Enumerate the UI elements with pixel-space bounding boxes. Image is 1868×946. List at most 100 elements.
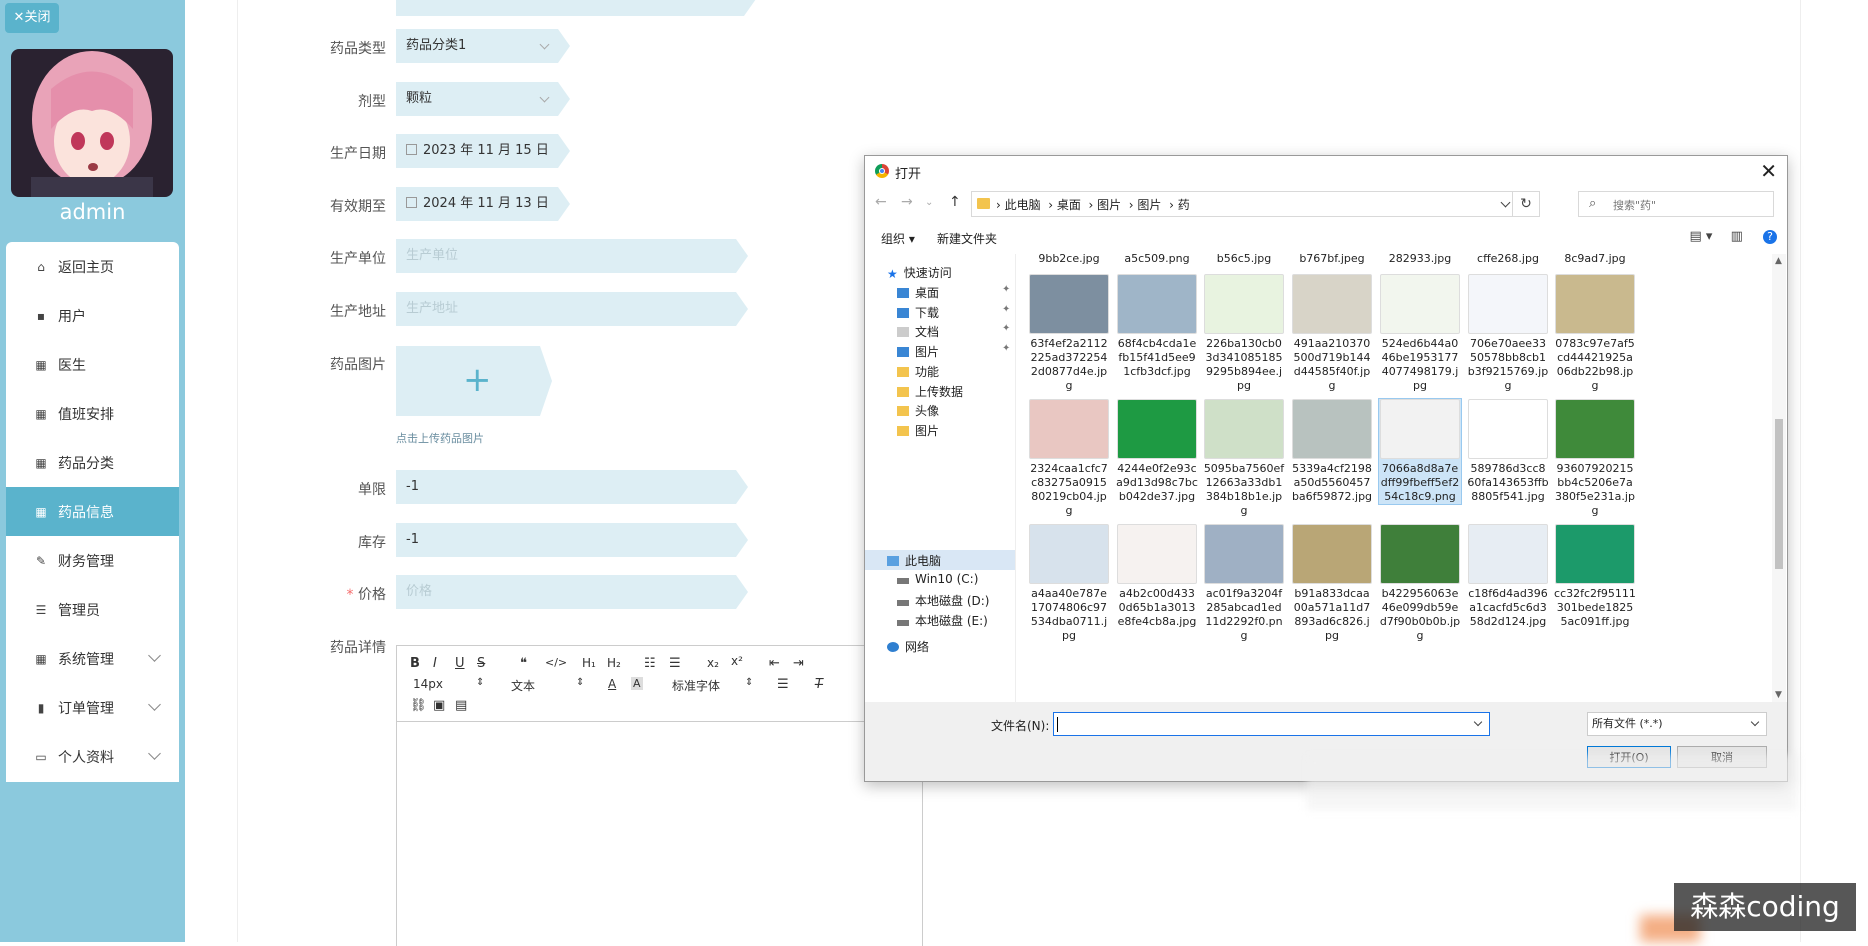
- file-item[interactable]: 63f4ef2a2112225ad3722542d0877d4e.jpg: [1028, 274, 1110, 393]
- nav-folder[interactable]: 上传数据: [897, 383, 963, 400]
- production-date-picker[interactable]: 2023 年 11 月 15 日: [396, 134, 570, 168]
- file-item[interactable]: a5c509.png: [1116, 254, 1198, 266]
- forward-icon[interactable]: →: [901, 194, 913, 210]
- file-item[interactable]: 226ba130cb03d3410851859295b894ee.jpg: [1203, 274, 1285, 393]
- outdent-icon[interactable]: ⇤: [769, 656, 780, 671]
- file-item[interactable]: 706e70aee3350578bb8cb1b3f9215769.jpg: [1467, 274, 1549, 393]
- breadcrumb-item[interactable]: 图片: [1137, 198, 1161, 212]
- close-button[interactable]: ✕关闭: [5, 3, 59, 33]
- bold-icon[interactable]: B: [410, 656, 420, 671]
- clear-format-icon[interactable]: T̶: [815, 677, 823, 692]
- file-item[interactable]: 282933.jpg: [1379, 254, 1461, 266]
- file-item[interactable]: ac01f9a3204f285abcad1ed11d2292f0.png: [1203, 524, 1285, 643]
- nav-this-pc[interactable]: 此电脑: [887, 552, 941, 569]
- sidebar-item-profile[interactable]: ▭ 个人资料: [6, 732, 179, 781]
- h2-icon[interactable]: H₂: [607, 656, 621, 670]
- organize-button[interactable]: 组织 ▾: [881, 230, 915, 247]
- font-family-select[interactable]: 标准字体: [672, 677, 720, 694]
- text-style-select[interactable]: 文本: [511, 677, 535, 694]
- ordered-list-icon[interactable]: ☷: [644, 656, 656, 671]
- help-icon[interactable]: ?: [1763, 230, 1777, 244]
- sidebar-item-user[interactable]: ▪ 用户: [6, 291, 179, 340]
- file-item[interactable]: 5339a4cf2198a50d5560457ba6f59872.jpg: [1291, 399, 1373, 504]
- nav-pictures[interactable]: 图片 ✦: [897, 343, 1010, 360]
- nav-drive-e[interactable]: 本地磁盘 (E:): [897, 612, 988, 629]
- manufacturer-input[interactable]: 生产单位: [396, 239, 748, 273]
- sidebar-item-finance[interactable]: ✎ 财务管理: [6, 536, 179, 585]
- sidebar-item-drug-info[interactable]: ▦ 药品信息: [6, 487, 179, 536]
- scroll-down-icon[interactable]: ▼: [1775, 690, 1782, 700]
- nav-documents[interactable]: 文档 ✦: [897, 323, 1010, 340]
- font-size-select[interactable]: 14px: [413, 677, 443, 691]
- file-item[interactable]: cc32fc2f95111301bede18255ac091ff.jpg: [1554, 524, 1636, 629]
- refresh-icon[interactable]: ↻: [1512, 192, 1539, 216]
- search-box[interactable]: ⌕ 搜索"药": [1578, 191, 1774, 217]
- sidebar-item-home[interactable]: ⌂ 返回主页: [6, 242, 179, 291]
- file-item[interactable]: 4244e0f2e93ca9d13d98c7bcb042de37.jpg: [1116, 399, 1198, 504]
- nav-folder[interactable]: 图片: [897, 422, 939, 439]
- filename-input[interactable]: [1053, 712, 1490, 736]
- file-item[interactable]: 2324caa1cfc7c83275a091580219cb04.jpg: [1028, 399, 1110, 518]
- scroll-thumb[interactable]: [1775, 419, 1783, 569]
- file-item[interactable]: 0783c97e7af5cd44421925a06db22b98.jpg: [1554, 274, 1636, 393]
- file-item[interactable]: a4aa40e787e17074806c97534dba0711.jpg: [1028, 524, 1110, 643]
- indent-icon[interactable]: ⇥: [793, 656, 804, 671]
- file-item[interactable]: b767bf.jpeg: [1291, 254, 1373, 266]
- video-icon[interactable]: ▤: [455, 698, 467, 713]
- price-input[interactable]: 价格: [396, 575, 748, 609]
- strike-icon[interactable]: S: [477, 656, 485, 671]
- underline-icon[interactable]: U: [455, 656, 465, 671]
- nav-folder[interactable]: 头像: [897, 402, 939, 419]
- file-item[interactable]: 524ed6b44a046be19531774077498179.jpg: [1379, 274, 1461, 393]
- expiry-date-picker[interactable]: 2024 年 11 月 13 日: [396, 187, 570, 221]
- file-item[interactable]: 589786d3cc860fa143653ffb8805f541.jpg: [1467, 399, 1549, 504]
- file-grid-scrollbar[interactable]: ▲ ▼: [1772, 254, 1786, 702]
- stock-input[interactable]: -1: [396, 523, 748, 557]
- sidebar-item-orders[interactable]: ▮ 订单管理: [6, 683, 179, 732]
- nav-network[interactable]: 网络: [887, 638, 929, 655]
- file-item[interactable]: 7066a8d8a7edff99fbeff5ef254c18c9.png: [1378, 398, 1462, 505]
- file-item[interactable]: 8c9ad7.jpg: [1554, 254, 1636, 266]
- file-type-select[interactable]: 所有文件 (*.*): [1587, 712, 1767, 736]
- breadcrumb-item[interactable]: 此电脑: [1005, 198, 1041, 212]
- font-color-icon[interactable]: A: [608, 677, 616, 691]
- pin-icon[interactable]: ✦: [1002, 323, 1010, 334]
- quote-icon[interactable]: ❝: [520, 656, 527, 671]
- breadcrumb-item[interactable]: 桌面: [1057, 198, 1081, 212]
- file-item[interactable]: 68f4cb4cda1efb15f41d5ee91cfb3dcf.jpg: [1116, 274, 1198, 379]
- file-item[interactable]: b91a833dcaa00a571a11d7893ad6c826.jpg: [1291, 524, 1373, 643]
- breadcrumb-item[interactable]: 药: [1178, 198, 1190, 212]
- pin-icon[interactable]: ✦: [1002, 284, 1010, 295]
- scroll-up-icon[interactable]: ▲: [1775, 256, 1782, 266]
- address-input[interactable]: 生产地址: [396, 292, 748, 326]
- chevron-down-icon[interactable]: [1500, 197, 1511, 208]
- address-bar[interactable]: › 此电脑 › 桌面 › 图片 › 图片 › 药 ↻: [971, 191, 1540, 217]
- nav-folder[interactable]: 功能: [897, 363, 939, 380]
- close-icon[interactable]: ✕: [1760, 159, 1777, 183]
- previous-field[interactable]: [396, 0, 756, 16]
- file-item[interactable]: b422956063e46e099db59ed7f90b0b0b.jpg: [1379, 524, 1461, 643]
- file-item[interactable]: 491aa210370500d719b144d44585f40f.jpg: [1291, 274, 1373, 393]
- bullet-list-icon[interactable]: ☰: [669, 656, 681, 671]
- sidebar-item-system[interactable]: ▦ 系统管理: [6, 634, 179, 683]
- recent-dropdown-icon[interactable]: ⌄: [925, 197, 933, 208]
- breadcrumb-item[interactable]: 图片: [1097, 198, 1121, 212]
- link-icon[interactable]: ⛓: [410, 698, 427, 713]
- nav-downloads[interactable]: 下载 ✦: [897, 304, 1010, 321]
- nav-drive-c[interactable]: Win10 (C:): [897, 572, 978, 586]
- new-folder-button[interactable]: 新建文件夹: [937, 230, 997, 247]
- dosage-form-select[interactable]: 颗粒: [396, 82, 570, 116]
- file-item[interactable]: 93607920215bb4c5206e7a380f5e231a.jpg: [1554, 399, 1636, 518]
- nav-desktop[interactable]: 桌面 ✦: [897, 284, 1010, 301]
- subscript-icon[interactable]: x₂: [707, 656, 719, 670]
- file-item[interactable]: 5095ba7560ef12663a33db1384b18b1e.jpg: [1203, 399, 1285, 518]
- back-icon[interactable]: ←: [875, 194, 887, 210]
- code-icon[interactable]: </>: [545, 656, 567, 669]
- file-item[interactable]: cffe268.jpg: [1467, 254, 1549, 266]
- sidebar-item-admin[interactable]: ☰ 管理员: [6, 585, 179, 634]
- superscript-icon[interactable]: x²: [731, 654, 743, 668]
- nav-drive-d[interactable]: 本地磁盘 (D:): [897, 592, 989, 609]
- italic-icon[interactable]: I: [433, 656, 437, 671]
- sidebar-item-duty[interactable]: ▦ 值班安排: [6, 389, 179, 438]
- chevron-down-icon[interactable]: [1473, 717, 1483, 727]
